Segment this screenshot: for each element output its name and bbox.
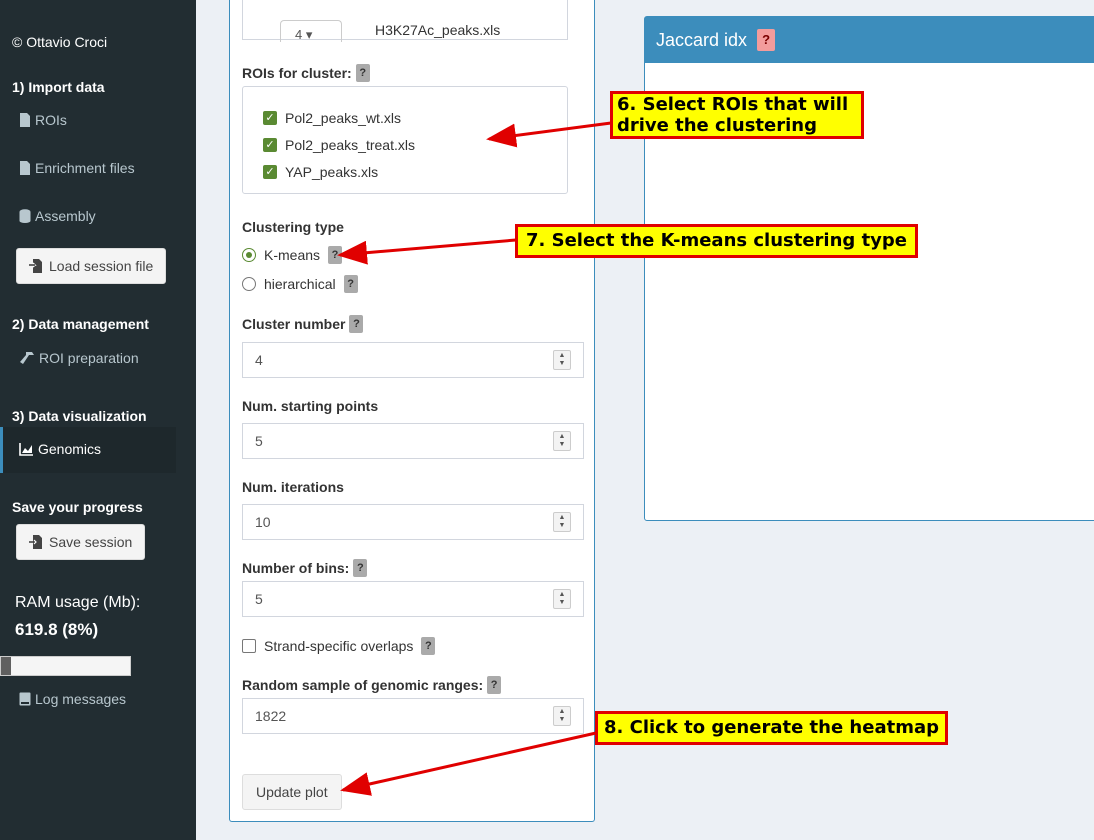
arrow-to-update-button <box>340 731 597 796</box>
arrow-to-rois <box>486 121 612 148</box>
annotation-step-6: 6. Select ROIs that will drive the clust… <box>610 91 864 139</box>
annotation-step-6-line2: drive the clustering <box>617 115 817 136</box>
annotation-step-6-line1: 6. Select ROIs that will <box>617 94 849 115</box>
arrow-to-kmeans <box>337 238 517 265</box>
annotation-step-7: 7. Select the K-means clustering type <box>515 224 918 258</box>
annotation-step-8: 8. Click to generate the heatmap <box>595 711 948 745</box>
